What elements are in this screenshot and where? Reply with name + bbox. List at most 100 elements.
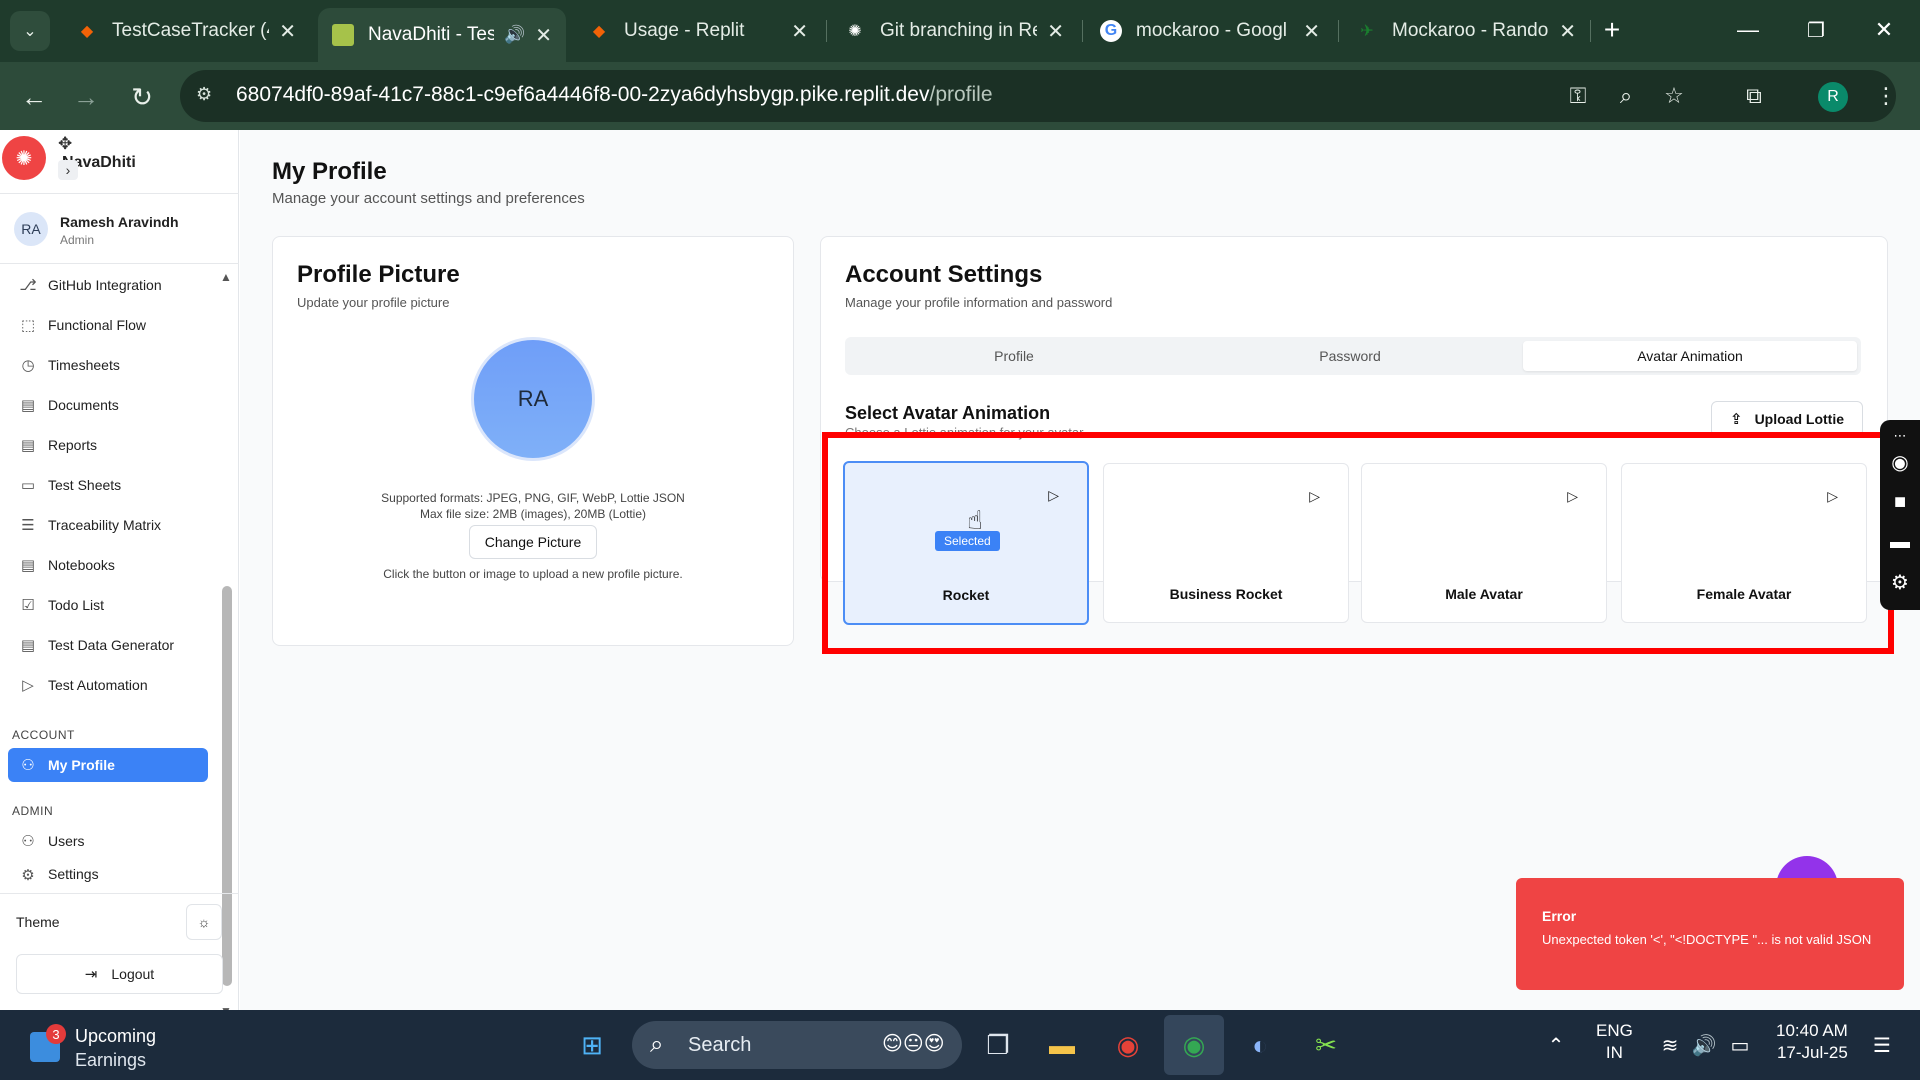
tab-search-button[interactable]: ⌄ — [10, 11, 50, 51]
close-icon[interactable]: ✕ — [791, 19, 808, 44]
notifications-icon[interactable]: ☰ — [1862, 1025, 1902, 1065]
sidebar-item-todo-list[interactable]: ☑ Todo List — [8, 588, 208, 622]
search-icon: ⌕ — [650, 1031, 664, 1058]
notification-badge: 3 — [46, 1024, 66, 1044]
scroll-up-icon[interactable]: ▲ — [220, 270, 232, 284]
app-icon[interactable]: ◐ — [1240, 1025, 1280, 1065]
task-view-icon[interactable]: ❐ — [978, 1025, 1018, 1065]
sidebar-item-traceability-matrix[interactable]: ☰ Traceability Matrix — [8, 508, 208, 542]
camera-icon[interactable]: ◉ — [1888, 450, 1912, 474]
sidebar-item-settings[interactable]: ⚙ Settings — [8, 864, 208, 884]
recorder-toolbar: ⋯ ◉ ■ ▬ ⚙ — [1880, 420, 1920, 610]
sidebar-item-reports[interactable]: ▤ Reports — [8, 428, 208, 462]
reload-button[interactable]: ↻ — [124, 79, 160, 115]
browser-tab[interactable]: ✺ Git branching in Re ✕ — [830, 9, 1078, 53]
profile-avatar[interactable]: R — [1818, 82, 1848, 112]
star-icon[interactable]: ☆ — [1660, 82, 1688, 110]
tab-profile[interactable]: Profile — [849, 341, 1179, 371]
document-icon: ▤ — [20, 637, 36, 654]
close-icon[interactable]: ✕ — [1303, 19, 1320, 44]
sheet-icon: ▭ — [20, 477, 36, 494]
bug-icon: ✺ — [15, 147, 33, 170]
tab-separator — [1338, 20, 1339, 42]
tab-password[interactable]: Password — [1185, 341, 1515, 371]
clock-icon: ◷ — [21, 357, 35, 374]
sidebar-item-github-integration[interactable]: ⎇ GitHub Integration — [8, 268, 208, 302]
gear-icon[interactable]: ⚙ — [1888, 570, 1912, 594]
theme-toggle-button[interactable]: ☼ — [186, 904, 222, 940]
sidebar: NavaDhiti ✺ ✥ › RA Ramesh Aravindh Admin… — [0, 130, 239, 1018]
sidebar-item-test-automation[interactable]: ▷ Test Automation — [8, 668, 208, 702]
close-icon[interactable]: ✕ — [1047, 19, 1064, 44]
tab-separator — [826, 20, 827, 42]
chevron-up-icon[interactable]: ⌃ — [1536, 1025, 1576, 1065]
card-subtitle: Manage your profile information and pass… — [845, 295, 1113, 310]
flow-icon: ⬚ — [20, 317, 36, 334]
minimize-button[interactable]: — — [1730, 12, 1766, 48]
taskbar-search[interactable]: ⌕ Search 😊😐😍 — [632, 1021, 962, 1069]
extensions-icon[interactable]: ⧉ — [1740, 82, 1768, 110]
profile-avatar-large[interactable]: RA — [471, 337, 595, 461]
address-bar[interactable]: ⚙ 68074df0-89af-41c7-88c1-c9ef6a4446f8-0… — [180, 70, 1896, 122]
more-icon[interactable]: ⋯ — [1888, 424, 1912, 448]
forward-button[interactable]: → — [68, 79, 104, 115]
bug-report-button[interactable]: ✺ — [2, 136, 46, 180]
language-indicator[interactable]: ENG IN — [1596, 1020, 1633, 1064]
battery-icon[interactable]: ▭ — [1720, 1025, 1760, 1065]
key-icon[interactable]: ⚿ — [1564, 82, 1592, 110]
sidebar-item-my-profile[interactable]: ⚇ My Profile — [8, 748, 208, 782]
close-icon: ✕ — [1874, 17, 1894, 42]
sidebar-item-notebooks[interactable]: ▤ Notebooks — [8, 548, 208, 582]
new-tab-button[interactable]: + — [1594, 12, 1630, 48]
sidebar-item-test-data-generator[interactable]: ▤ Test Data Generator — [8, 628, 208, 662]
theme-label: Theme — [16, 914, 60, 930]
widgets-button[interactable]: 3 Upcoming Earnings — [30, 1018, 180, 1072]
chrome-icon[interactable]: ◉ — [1108, 1025, 1148, 1065]
emoji-decoration-icon: 😊😐😍 — [882, 1033, 945, 1055]
back-button[interactable]: ← — [16, 79, 52, 115]
navadhiti-favicon — [332, 24, 354, 46]
card-subtitle: Update your profile picture — [297, 295, 450, 310]
gear-icon: ⚙ — [21, 867, 35, 884]
sidebar-item-test-sheets[interactable]: ▭ Test Sheets — [8, 468, 208, 502]
menu-kebab-icon[interactable]: ⋮ — [1872, 82, 1900, 110]
close-icon[interactable]: ✕ — [535, 23, 552, 48]
restore-button[interactable]: ❐ — [1798, 12, 1834, 48]
section-label-admin: ADMIN — [12, 804, 54, 818]
browser-tab-active[interactable]: NavaDhiti - Tes 🔊 ✕ — [318, 8, 566, 62]
browser-tab[interactable]: ✈ Mockaroo - Rando ✕ — [1342, 9, 1590, 53]
play-icon: ▷ — [22, 677, 34, 694]
site-info-icon[interactable]: ⚙ — [196, 84, 220, 108]
change-picture-button[interactable]: Change Picture — [469, 525, 597, 559]
close-window-button[interactable]: ✕ — [1866, 12, 1902, 48]
browser-tab[interactable]: ◆ Usage - Replit ✕ — [574, 9, 822, 53]
sidebar-item-users[interactable]: ⚇ Users — [8, 824, 208, 858]
collapse-sidebar-button[interactable]: › — [58, 160, 78, 180]
sidebar-item-functional-flow[interactable]: ⬚ Functional Flow — [8, 308, 208, 342]
tab-avatar-animation[interactable]: Avatar Animation — [1523, 341, 1857, 371]
browser-tab[interactable]: G mockaroo - Googl ✕ — [1086, 9, 1334, 53]
error-toast[interactable]: Error Unexpected token '<', "<!DOCTYPE "… — [1516, 878, 1904, 990]
speaker-icon[interactable]: 🔊 — [504, 25, 525, 45]
file-explorer-icon[interactable]: ▬ — [1042, 1025, 1082, 1065]
url-text[interactable]: 68074df0-89af-41c7-88c1-c9ef6a4446f8-00-… — [236, 83, 993, 107]
filter-icon: ☰ — [21, 517, 35, 534]
clock[interactable]: 10:40 AM 17-Jul-25 — [1776, 1020, 1848, 1064]
logout-button[interactable]: ⇥ Logout — [16, 954, 223, 994]
checkbox-icon: ☑ — [21, 597, 35, 614]
settings-tabs: Profile Password Avatar Animation — [845, 337, 1861, 375]
sidebar-item-timesheets[interactable]: ◷ Timesheets — [8, 348, 208, 382]
video-icon[interactable]: ■ — [1888, 490, 1912, 514]
close-icon[interactable]: ✕ — [279, 19, 296, 44]
folder-icon[interactable]: ▬ — [1888, 530, 1912, 554]
chrome-profile-icon[interactable]: ◉ — [1174, 1025, 1214, 1065]
snipping-tool-icon[interactable]: ✂ — [1306, 1025, 1346, 1065]
windows-start-icon[interactable]: ⊞ — [572, 1025, 612, 1065]
upload-icon: ⇪ — [1729, 411, 1743, 428]
volume-icon[interactable]: 🔊 — [1684, 1025, 1724, 1065]
close-icon[interactable]: ✕ — [1559, 19, 1576, 44]
browser-tab[interactable]: ◆ TestCaseTracker (4) ✕ — [62, 9, 310, 53]
sidebar-item-documents[interactable]: ▤ Documents — [8, 388, 208, 422]
zoom-icon[interactable]: ⌕ — [1612, 82, 1640, 110]
move-icon[interactable]: ✥ — [58, 134, 72, 154]
